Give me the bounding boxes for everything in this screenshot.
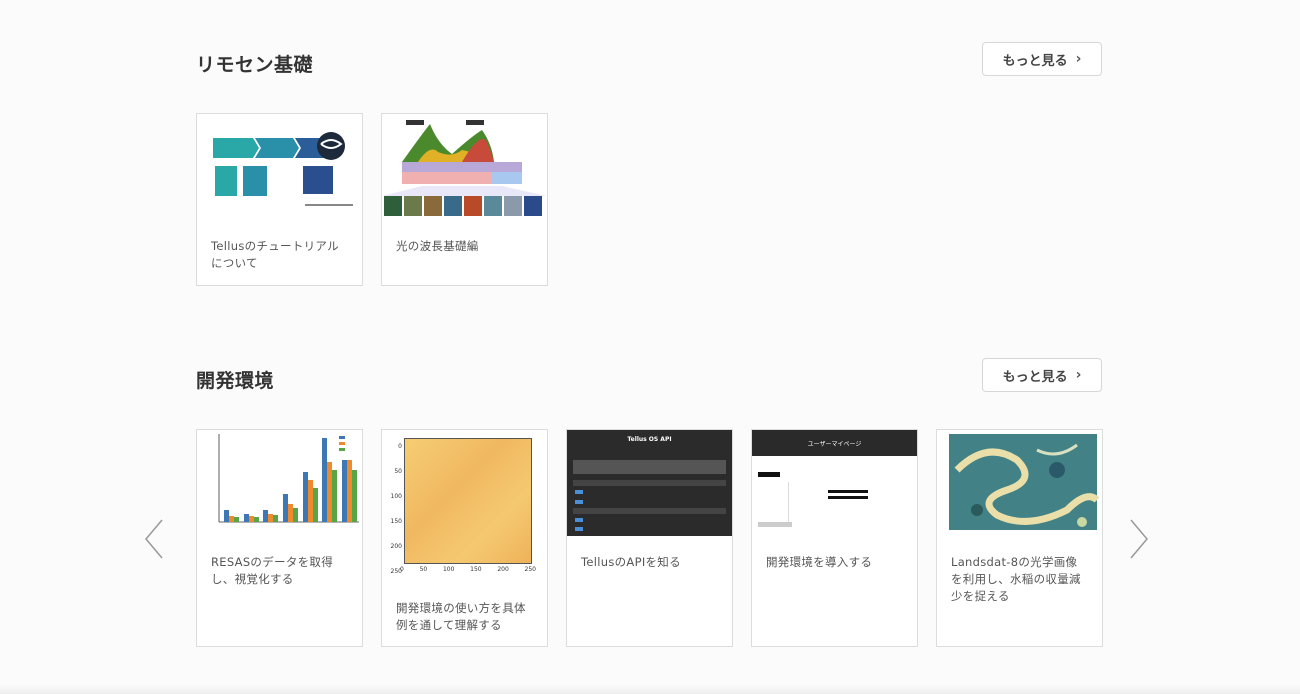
article-card[interactable]: 光の波長基礎編 (381, 113, 548, 286)
y-tick-label: 0 (398, 443, 402, 450)
thumbnail-header: Tellus OS API (627, 436, 672, 443)
card-thumbnail (197, 114, 362, 220)
chevron-right-icon (1130, 519, 1148, 559)
card-thumbnail (382, 114, 547, 220)
x-tick-label: 100 (442, 566, 455, 573)
more-button[interactable]: もっと見る › (982, 42, 1102, 76)
chevron-right-icon: › (1075, 51, 1082, 67)
card-title: 開発環境の使い方を具体例を通して理解する (396, 601, 526, 632)
section-title: 開発環境 (196, 370, 275, 392)
chevron-left-icon (145, 519, 163, 559)
card-thumbnail: ユーザーマイページ (752, 430, 917, 536)
card-title: 光の波長基礎編 (396, 239, 479, 253)
thumbnail-header: ユーザーマイページ (807, 441, 862, 448)
card-carousel: RESASのデータを取得し、視覚化する 0 50 100 150 200 250… (196, 429, 1103, 647)
card-thumbnail: Tellus OS API (567, 430, 732, 536)
card-title: Landsdat-8の光学画像を利用し、水稲の収量減少を捉える (951, 555, 1081, 603)
article-card[interactable]: RESASのデータを取得し、視覚化する (196, 429, 363, 647)
more-button-label: もっと見る (1002, 53, 1068, 69)
y-tick-label: 200 (390, 543, 402, 550)
bottom-shadow (0, 684, 1300, 694)
y-tick-label: 100 (390, 493, 402, 500)
more-button[interactable]: もっと見る › (982, 358, 1102, 392)
y-tick-label: 50 (394, 468, 402, 475)
x-tick-label: 200 (497, 566, 509, 573)
card-title: TellusのAPIを知る (581, 555, 681, 569)
heatmap-area (404, 438, 532, 564)
article-card[interactable]: ユーザーマイページ 開発環境を導入する (751, 429, 918, 647)
y-tick-label: 150 (390, 518, 402, 525)
article-card[interactable]: 0 50 100 150 200 250 0 50 100 150 200 25… (381, 429, 548, 647)
more-button-label: もっと見る (1002, 369, 1068, 385)
card-thumbnail: 0 50 100 150 200 250 0 50 100 150 200 25… (382, 430, 547, 580)
card-list: Tellusのチュートリアルについて 光の波長基礎編 (196, 113, 548, 286)
card-title: RESASのデータを取得し、視覚化する (211, 555, 334, 586)
card-thumbnail (937, 430, 1102, 536)
chevron-right-icon: › (1075, 367, 1082, 383)
x-tick-label: 250 (524, 566, 536, 573)
card-title: Tellusのチュートリアルについて (211, 239, 339, 270)
article-card[interactable]: Tellus OS API TellusのAPIを知る (566, 429, 733, 647)
card-title: 開発環境を導入する (766, 555, 873, 569)
section-title: リモセン基礎 (196, 54, 314, 76)
x-tick-label: 150 (470, 566, 482, 573)
article-card[interactable]: Tellusのチュートリアルについて (196, 113, 363, 286)
carousel-prev-button[interactable] (140, 518, 170, 560)
x-tick-label: 50 (419, 566, 428, 573)
x-tick-label: 0 (400, 566, 404, 573)
article-card[interactable]: Landsdat-8の光学画像を利用し、水稲の収量減少を捉える (936, 429, 1103, 647)
carousel-next-button[interactable] (1125, 518, 1155, 560)
card-thumbnail (197, 430, 362, 536)
